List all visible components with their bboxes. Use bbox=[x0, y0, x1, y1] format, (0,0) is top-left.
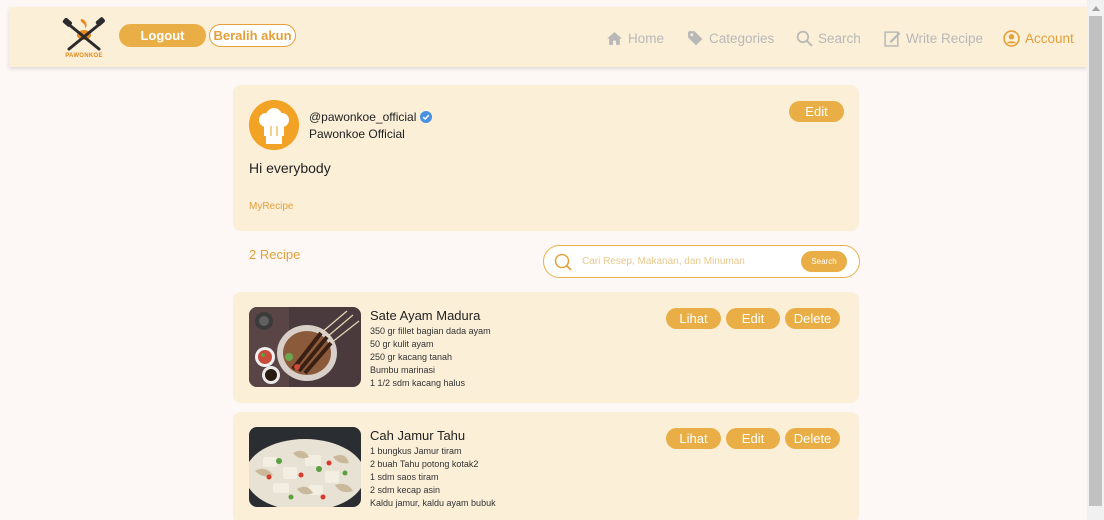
top-navbar: PAWONKOE Logout Beralih akun Home Catego… bbox=[9, 7, 1087, 67]
nav-search[interactable]: Search bbox=[796, 27, 861, 49]
nav-categories[interactable]: Categories bbox=[687, 27, 774, 49]
ingredient-item: 2 buah Tahu potong kotak2 bbox=[370, 459, 479, 469]
ingredient-item: 50 gr kulit ayam bbox=[370, 339, 434, 349]
nav-account[interactable]: Account bbox=[1003, 27, 1074, 49]
chef-utensils-icon bbox=[62, 17, 105, 51]
page-scrollbar[interactable] bbox=[1087, 0, 1104, 520]
ingredient-item: Bumbu marinasi bbox=[370, 365, 436, 375]
view-recipe-button[interactable]: Lihat bbox=[666, 428, 721, 449]
nav-home-label: Home bbox=[628, 30, 665, 46]
profile-card: @pawonkoe_official Pawonkoe Official Hi … bbox=[233, 85, 859, 231]
username-text: @pawonkoe_official bbox=[309, 110, 417, 124]
scroll-up-arrow-icon[interactable] bbox=[1087, 0, 1104, 16]
profile-bio: Hi everybody bbox=[249, 160, 331, 176]
nav-home[interactable]: Home bbox=[606, 27, 664, 49]
scrollbar-thumb[interactable] bbox=[1089, 16, 1102, 506]
ingredient-item: 1 sdm saos tiram bbox=[370, 472, 439, 482]
profile-username: @pawonkoe_official bbox=[309, 110, 433, 124]
myrecipe-tab[interactable]: MyRecipe bbox=[249, 201, 293, 212]
tag-icon bbox=[688, 30, 703, 45]
recipe-count: 2 Recipe bbox=[249, 247, 301, 262]
user-circle-icon bbox=[1003, 29, 1020, 47]
nav-write-recipe[interactable]: Write Recipe bbox=[884, 27, 983, 49]
recipe-search-bar: Search bbox=[543, 245, 860, 278]
ingredient-item: 350 gr fillet bagian dada ayam bbox=[370, 326, 491, 336]
recipe-card: Sate Ayam Madura 350 gr fillet bagian da… bbox=[233, 292, 859, 403]
nav-search-label: Search bbox=[818, 30, 861, 46]
edit-profile-button[interactable]: Edit bbox=[789, 101, 844, 122]
ingredient-item: 1 bungkus Jamur tiram bbox=[370, 446, 462, 456]
search-button[interactable]: Search bbox=[801, 251, 847, 272]
edit-recipe-button[interactable]: Edit bbox=[726, 428, 780, 449]
nav-categories-label: Categories bbox=[709, 30, 775, 46]
recipe-title[interactable]: Sate Ayam Madura bbox=[370, 308, 480, 323]
chef-hat-icon bbox=[249, 100, 299, 150]
nav-write-recipe-label: Write Recipe bbox=[906, 30, 984, 46]
recipe-title[interactable]: Cah Jamur Tahu bbox=[370, 428, 465, 443]
search-input[interactable] bbox=[582, 254, 782, 269]
switch-account-button[interactable]: Beralih akun bbox=[209, 24, 296, 47]
avatar bbox=[249, 100, 299, 150]
edit-icon bbox=[884, 30, 901, 47]
pawonkoe-logo[interactable]: PAWONKOE bbox=[59, 15, 109, 63]
delete-recipe-button[interactable]: Delete bbox=[785, 308, 840, 329]
ingredient-item: Kaldu jamur, kaldu ayam bubuk bbox=[370, 498, 496, 508]
logout-button[interactable]: Logout bbox=[119, 24, 206, 47]
recipe-image[interactable] bbox=[249, 307, 361, 387]
ingredient-item: 2 sdm kecap asin bbox=[370, 485, 441, 495]
search-icon bbox=[554, 253, 572, 271]
ingredient-item: 250 gr kacang tanah bbox=[370, 352, 453, 362]
cah-jamur-photo bbox=[249, 427, 361, 507]
delete-recipe-button[interactable]: Delete bbox=[785, 428, 840, 449]
recipe-card: Cah Jamur Tahu 1 bungkus Jamur tiram 2 b… bbox=[233, 412, 859, 520]
nav-account-label: Account bbox=[1025, 30, 1074, 46]
ingredient-list: 1 bungkus Jamur tiram 2 buah Tahu potong… bbox=[370, 445, 496, 510]
ingredient-item: 1 1/2 sdm kacang halus bbox=[370, 378, 466, 388]
sate-photo bbox=[249, 307, 361, 387]
verified-badge-icon bbox=[420, 111, 433, 123]
logo-wordmark: PAWONKOE bbox=[65, 53, 103, 59]
view-recipe-button[interactable]: Lihat bbox=[666, 308, 721, 329]
ingredient-list: 350 gr fillet bagian dada ayam 50 gr kul… bbox=[370, 325, 491, 390]
recipe-image[interactable] bbox=[249, 427, 361, 507]
home-icon bbox=[607, 31, 622, 45]
search-icon bbox=[796, 30, 813, 47]
profile-display-name: Pawonkoe Official bbox=[309, 127, 405, 141]
edit-recipe-button[interactable]: Edit bbox=[726, 308, 780, 329]
